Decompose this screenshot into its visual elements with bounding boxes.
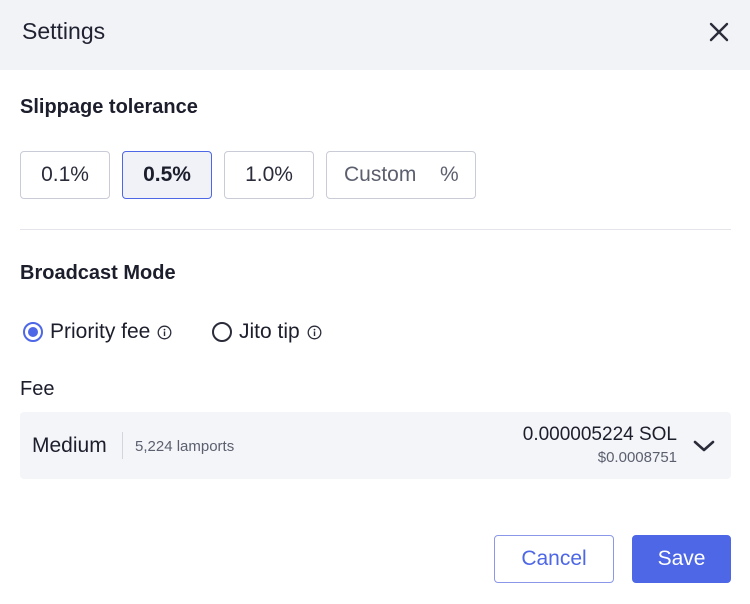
fee-label: Fee <box>20 378 55 400</box>
fee-level: Medium <box>32 434 107 457</box>
radio-priority-fee[interactable]: Priority fee <box>23 318 172 346</box>
fee-lamports: 5,224 lamports <box>135 438 235 455</box>
percent-suffix: % <box>440 163 459 186</box>
custom-slippage-field[interactable]: % <box>326 151 476 199</box>
custom-slippage-input[interactable] <box>344 163 440 187</box>
info-icon[interactable] <box>307 325 322 340</box>
section-divider <box>20 229 731 230</box>
jito-tip-label: Jito tip <box>239 320 300 343</box>
close-icon <box>709 22 729 42</box>
fee-dropdown[interactable]: Medium 5,224 lamports 0.000005224 SOL $0… <box>20 412 731 479</box>
fee-separator <box>122 432 123 459</box>
broadcast-mode-title: Broadcast Mode <box>20 262 176 284</box>
close-button[interactable] <box>703 16 735 48</box>
dialog-title: Settings <box>22 18 106 44</box>
radio-button-checked[interactable] <box>23 322 43 342</box>
priority-fee-label: Priority fee <box>50 320 151 343</box>
slippage-option-1-0[interactable]: 1.0% <box>224 151 314 199</box>
fee-usd-amount: $0.0008751 <box>597 449 677 466</box>
cancel-button[interactable]: Cancel <box>494 535 614 583</box>
info-icon[interactable] <box>157 325 172 340</box>
radio-button-unchecked[interactable] <box>212 322 232 342</box>
radio-jito-tip[interactable]: Jito tip <box>212 318 322 346</box>
slippage-option-0-5[interactable]: 0.5% <box>122 151 212 199</box>
chevron-down-icon[interactable] <box>692 436 716 456</box>
dialog-header: Settings <box>0 0 750 70</box>
fee-sol-amount: 0.000005224 SOL <box>522 424 677 445</box>
slippage-option-0-1[interactable]: 0.1% <box>20 151 110 199</box>
save-button[interactable]: Save <box>632 535 731 583</box>
slippage-title: Slippage tolerance <box>20 96 198 118</box>
